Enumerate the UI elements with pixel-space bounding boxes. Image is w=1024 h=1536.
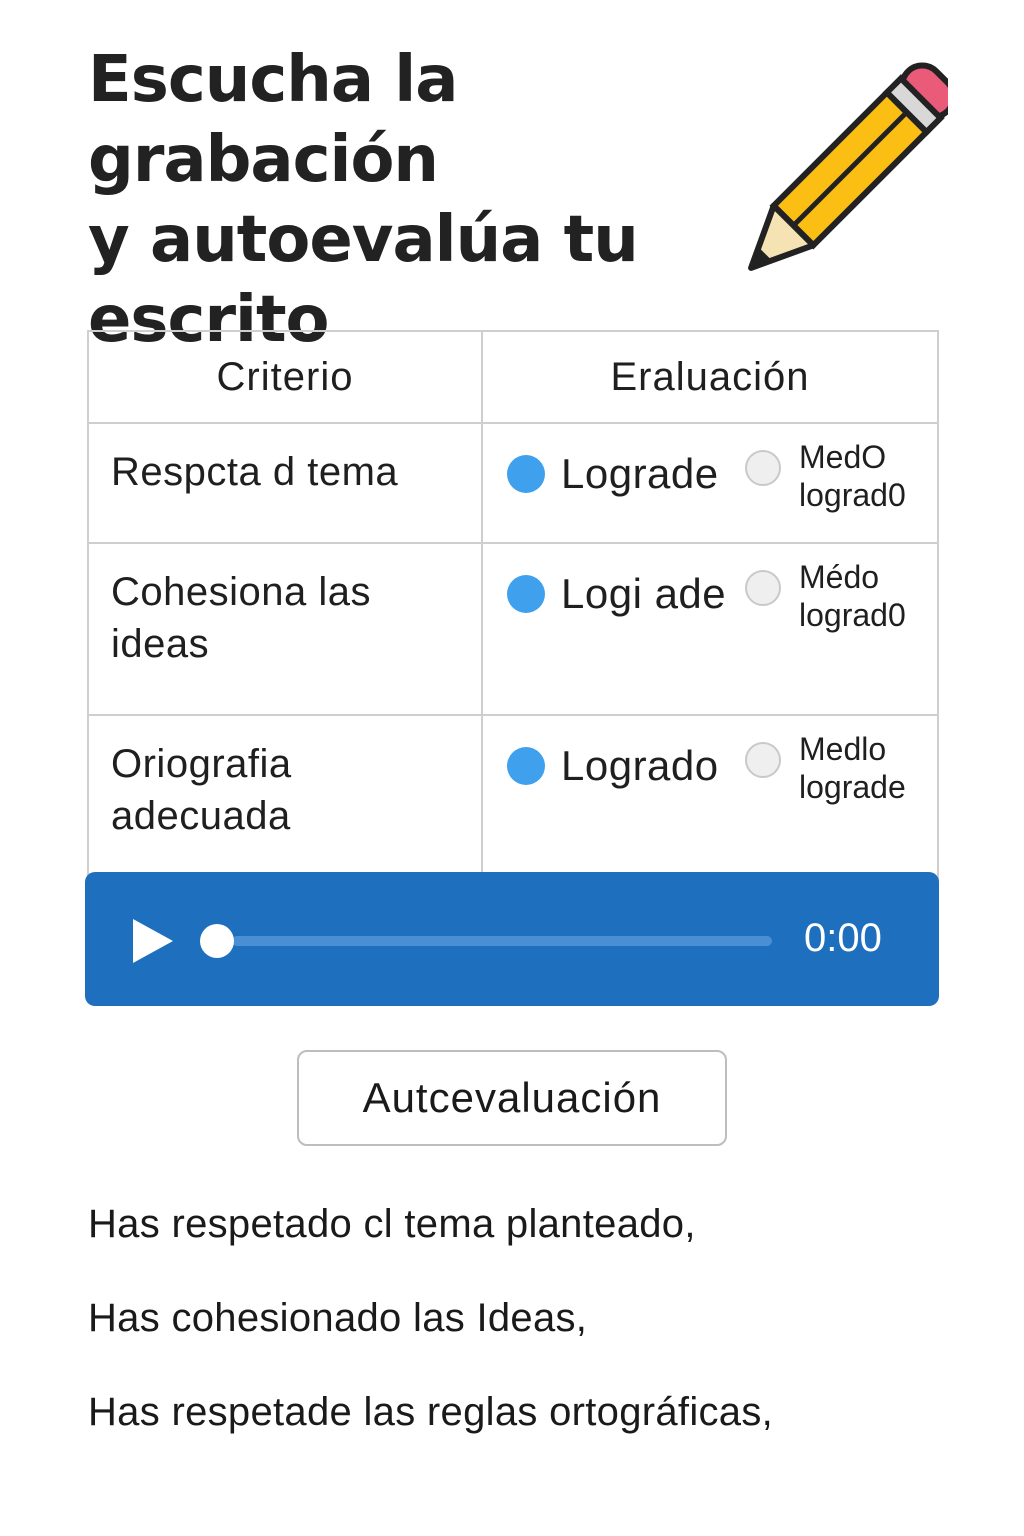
feedback-item: Has respetade las reglas ortográficas, xyxy=(88,1390,774,1434)
option-medio-label: Medlo lograde xyxy=(799,730,929,806)
criterio-text: adecuada xyxy=(111,794,291,838)
autoevaluacion-button[interactable]: Autcevaluación xyxy=(297,1050,727,1146)
table-row: Respcta d tema Lograde MedO lograd0 xyxy=(87,422,939,544)
progress-track[interactable] xyxy=(232,936,772,946)
medio-line-1: MedO xyxy=(799,439,887,475)
criterio-text: Respcta d tema xyxy=(111,450,399,494)
header-criterio: Criterio xyxy=(87,330,483,424)
play-icon[interactable] xyxy=(130,916,176,966)
option-medio-logrado[interactable]: Médo lograd0 xyxy=(745,558,929,634)
feedback-item: Has respetado cl tema planteado, xyxy=(88,1202,696,1246)
radio-logrado-selected[interactable] xyxy=(507,747,545,785)
evaluation-table: Criterio Eraluación Respcta d tema Logra… xyxy=(87,330,939,890)
table-header-row: Criterio Eraluación xyxy=(87,330,939,424)
radio-logrado-selected[interactable] xyxy=(507,575,545,613)
option-logrado[interactable]: Logrado xyxy=(507,742,719,790)
radio-medio-logrado[interactable] xyxy=(745,570,781,606)
criterio-text: Oriografia xyxy=(111,742,292,786)
evaluation-cell: Logi ade Médo lograd0 xyxy=(481,542,939,716)
evaluation-cell: Logrado Medlo lograde xyxy=(481,714,939,890)
page-title: Escucha la grabación y autoevalúa tu esc… xyxy=(88,40,788,360)
option-logrado-label: Logrado xyxy=(561,742,719,789)
criterio-text: ideas xyxy=(111,622,210,666)
criterio-cell: Cohesiona las ideas xyxy=(87,542,483,716)
table-row: Cohesiona las ideas Logi ade Médo lograd… xyxy=(87,542,939,716)
pencil-icon xyxy=(748,62,948,271)
feedback-item: Has cohesionado las Ideas, xyxy=(88,1296,588,1340)
title-line-2: y autoevalúa tu xyxy=(88,203,639,277)
radio-medio-logrado[interactable] xyxy=(745,450,781,486)
header-evaluacion: Eraluación xyxy=(481,330,939,424)
evaluation-cell: Lograde MedO lograd0 xyxy=(481,422,939,544)
time-display: 0:00 xyxy=(804,916,882,960)
option-medio-logrado[interactable]: Medlo lograde xyxy=(745,730,929,806)
option-medio-label: Médo lograd0 xyxy=(799,558,929,634)
medio-line-2: lograde xyxy=(799,769,906,805)
criterio-cell: Respcta d tema xyxy=(87,422,483,544)
radio-logrado-selected[interactable] xyxy=(507,455,545,493)
medio-line-2: lograd0 xyxy=(799,477,906,513)
medio-line-1: Médo xyxy=(799,559,880,595)
option-medio-logrado[interactable]: MedO lograd0 xyxy=(745,438,929,514)
option-logrado-label: Logi ade xyxy=(561,570,727,617)
feedback-list: Has respetado cl tema planteado, Has coh… xyxy=(88,1200,773,1482)
option-logrado[interactable]: Lograde xyxy=(507,450,719,498)
criterio-text: Cohesiona las xyxy=(111,570,371,614)
page-header: Escucha la grabación y autoevalúa tu esc… xyxy=(88,40,788,360)
progress-knob[interactable] xyxy=(200,924,234,958)
radio-medio-logrado[interactable] xyxy=(745,742,781,778)
option-medio-label: MedO lograd0 xyxy=(799,438,929,514)
medio-line-1: Medlo xyxy=(799,731,887,767)
title-line-1: Escucha la grabación xyxy=(88,43,458,197)
medio-line-2: lograd0 xyxy=(799,597,906,633)
table-row: Oriografia adecuada Logrado Medlo lograd… xyxy=(87,714,939,890)
criterio-cell: Oriografia adecuada xyxy=(87,714,483,890)
option-logrado-label: Lograde xyxy=(561,450,719,497)
option-logrado[interactable]: Logi ade xyxy=(507,570,726,618)
